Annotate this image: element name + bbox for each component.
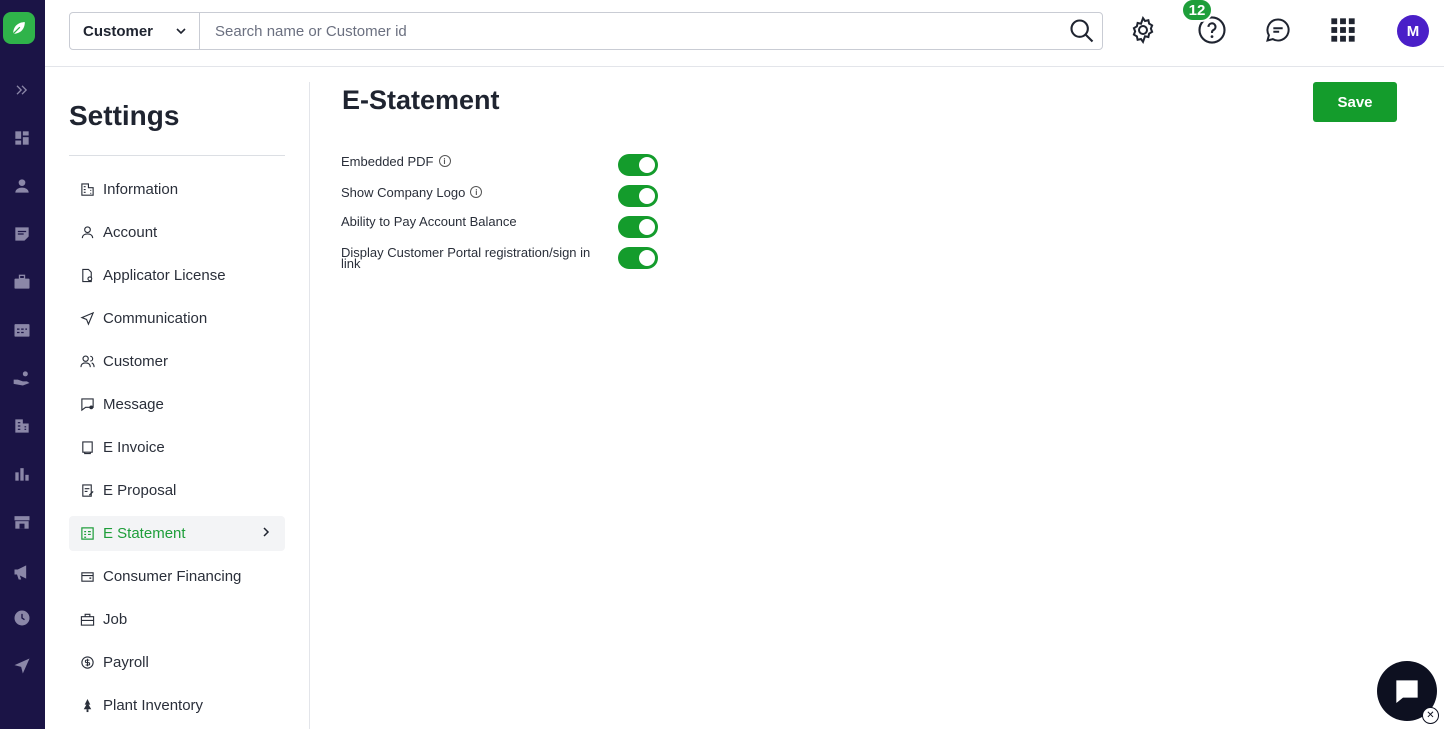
avatar[interactable]: M: [1397, 15, 1429, 47]
settings-item-customer[interactable]: Customer: [69, 344, 285, 379]
bar-chart-icon[interactable]: [11, 463, 33, 485]
chat-icon[interactable]: [1262, 14, 1294, 46]
notes-icon[interactable]: [11, 223, 33, 245]
proposal-icon: [79, 483, 95, 499]
show-company-logo-toggle[interactable]: [618, 185, 658, 207]
settings-title: Settings: [69, 100, 180, 131]
option-embedded-pdf: Embedded PDF i: [341, 153, 661, 176]
page-title: E-Statement: [342, 85, 500, 115]
close-icon[interactable]: ✕: [1422, 707, 1439, 724]
plant-icon: [79, 698, 95, 714]
settings-item-e-invoice[interactable]: E Invoice: [69, 430, 285, 465]
option-label: Ability to Pay Account Balance: [341, 214, 517, 229]
apps-grid-icon[interactable]: [1327, 14, 1359, 46]
calendar-icon[interactable]: [11, 319, 33, 341]
settings-item-payroll[interactable]: Payroll: [69, 645, 285, 680]
settings-item-label: Message: [103, 396, 164, 413]
send-icon[interactable]: [11, 655, 33, 677]
clock-icon[interactable]: [11, 607, 33, 629]
leaf-logo-icon[interactable]: [3, 12, 35, 44]
megaphone-icon[interactable]: [11, 561, 33, 583]
settings-item-communication[interactable]: Communication: [69, 301, 285, 336]
customer-portal-link-toggle[interactable]: [618, 247, 658, 269]
info-icon[interactable]: i: [470, 186, 483, 198]
settings-item-label: Payroll: [103, 654, 149, 671]
store-icon[interactable]: [11, 511, 33, 533]
divider: [309, 82, 310, 729]
hand-coin-icon[interactable]: [11, 367, 33, 389]
expand-icon[interactable]: [11, 79, 33, 101]
save-button[interactable]: Save: [1313, 82, 1397, 122]
settings-item-information[interactable]: Information: [69, 172, 285, 207]
settings-item-e-statement[interactable]: E Statement: [69, 516, 285, 551]
gear-icon[interactable]: [1127, 14, 1159, 46]
option-label: Show Company Logo: [341, 184, 466, 200]
pay-account-balance-toggle[interactable]: [618, 216, 658, 238]
search-scope-dropdown[interactable]: Customer: [70, 13, 200, 49]
divider: [69, 155, 285, 156]
search-icon[interactable]: [1062, 13, 1102, 49]
license-icon: [79, 268, 95, 284]
message-icon: [79, 397, 95, 413]
help-notification-badge: 12: [1181, 0, 1213, 22]
user-icon: [79, 225, 95, 241]
search-scope-label: Customer: [83, 22, 154, 40]
settings-item-e-proposal[interactable]: E Proposal: [69, 473, 285, 508]
left-rail: [0, 0, 45, 729]
person-icon[interactable]: [11, 175, 33, 197]
option-show-company-logo: Show Company Logo i: [341, 184, 661, 207]
settings-item-label: E Invoice: [103, 439, 165, 456]
settings-nav: Information Account Applicator License C…: [69, 172, 285, 731]
option-pay-account-balance: Ability to Pay Account Balance: [341, 214, 661, 238]
invoice-icon: [79, 440, 95, 456]
settings-item-label: Information: [103, 181, 179, 198]
settings-item-label: Customer: [103, 353, 169, 370]
settings-item-label: Account: [103, 224, 158, 241]
settings-item-applicator-license[interactable]: Applicator License: [69, 258, 285, 293]
settings-item-message[interactable]: Message: [69, 387, 285, 422]
settings-item-label: Job: [103, 611, 128, 628]
building-icon[interactable]: [11, 415, 33, 437]
option-label: Embedded PDF: [341, 153, 434, 169]
settings-item-plant-inventory[interactable]: Plant Inventory: [69, 688, 285, 723]
settings-item-label: Communication: [103, 310, 208, 327]
top-bar: Customer 12 M: [45, 0, 1444, 67]
settings-item-account[interactable]: Account: [69, 215, 285, 250]
global-search: Customer: [69, 12, 1103, 50]
chevron-down-icon: [176, 28, 186, 35]
search-input[interactable]: [200, 13, 1062, 49]
settings-item-label: Plant Inventory: [103, 697, 204, 714]
wallet-icon: [79, 569, 95, 585]
settings-item-job[interactable]: Job: [69, 602, 285, 637]
statement-icon: [79, 526, 95, 542]
option-label: Display Customer Portal registration/sig…: [341, 245, 591, 271]
settings-item-consumer-financing[interactable]: Consumer Financing: [69, 559, 285, 594]
option-customer-portal-link: Display Customer Portal registration/sig…: [341, 245, 661, 271]
briefcase-icon[interactable]: [11, 271, 33, 293]
settings-item-label: Consumer Financing: [103, 568, 242, 585]
chat-bubble-icon: [1396, 680, 1418, 703]
settings-item-label: E Proposal: [103, 482, 177, 499]
settings-item-label: Applicator License: [103, 267, 226, 284]
chevron-right-icon: [263, 527, 270, 537]
embedded-pdf-toggle[interactable]: [618, 154, 658, 176]
briefcase-icon: [79, 612, 95, 628]
payroll-icon: [79, 655, 95, 671]
building-icon: [79, 182, 95, 198]
dashboard-icon[interactable]: [11, 127, 33, 149]
info-icon[interactable]: i: [438, 155, 451, 167]
settings-item-label: E Statement: [103, 525, 186, 542]
users-icon: [79, 354, 95, 370]
send-icon: [79, 311, 95, 327]
